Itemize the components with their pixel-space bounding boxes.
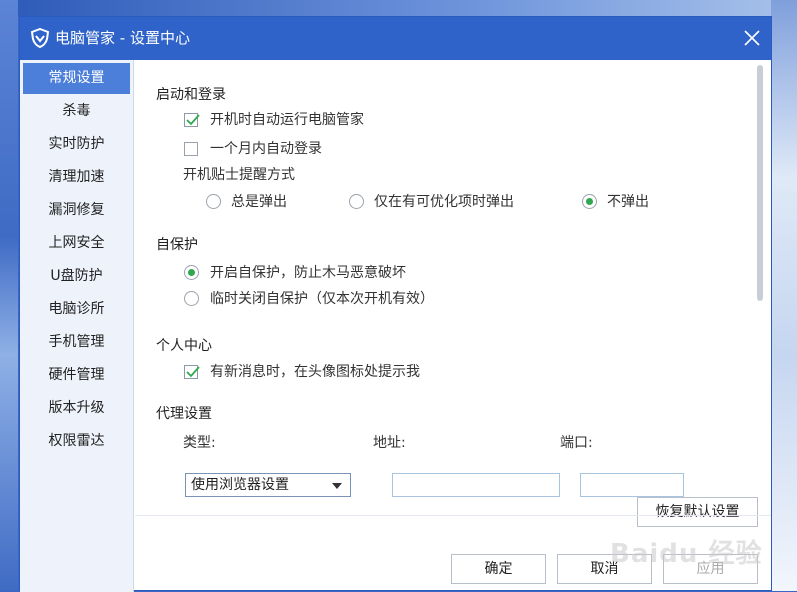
autorun-label: 开机时自动运行电脑管家 (210, 112, 364, 128)
section-title-selfprotect: 自保护 (156, 237, 198, 253)
sidebar-item-phone[interactable]: 手机管理 (20, 327, 133, 358)
autologin-checkbox[interactable] (184, 142, 198, 156)
section-title-personal: 个人中心 (156, 338, 212, 354)
selfprotect-on-label: 开启自保护，防止木马恶意破坏 (210, 265, 406, 281)
sidebar-item-realtime[interactable]: 实时防护 (20, 129, 133, 160)
desktop-background (0, 0, 797, 16)
sidebar-item-general[interactable]: 常规设置 (23, 63, 130, 94)
title-bar[interactable]: 电脑管家 - 设置中心 (20, 17, 771, 60)
footer-divider (135, 515, 771, 516)
shield-logo-icon (30, 27, 50, 49)
proxy-type-label: 类型: (183, 435, 216, 451)
proxy-port-input[interactable] (580, 473, 684, 497)
restore-default-button[interactable]: 恢复默认设置 (637, 497, 758, 527)
sidebar-item-websafe[interactable]: 上网安全 (20, 228, 133, 259)
selfprotect-off-radio[interactable] (184, 291, 199, 306)
sidebar-item-upgrade[interactable]: 版本升级 (20, 393, 133, 424)
chevron-down-icon (332, 483, 342, 489)
proxy-address-label: 地址: (373, 435, 406, 451)
selfprotect-off-label: 临时关闭自保护（仅本次开机有效） (210, 291, 434, 307)
tips-always-radio[interactable] (206, 194, 221, 209)
section-title-startup: 启动和登录 (156, 87, 226, 103)
autorun-checkbox[interactable] (184, 113, 200, 127)
settings-content: 启动和登录 开机时自动运行电脑管家 一个月内自动登录 开机贴士提醒方式 总是弹出… (135, 60, 771, 515)
tips-never-radio[interactable] (582, 194, 597, 209)
sidebar-item-permission[interactable]: 权限雷达 (20, 426, 133, 457)
tips-title: 开机贴士提醒方式 (183, 167, 295, 183)
tips-never-label: 不弹出 (607, 194, 649, 210)
section-title-proxy: 代理设置 (156, 406, 212, 422)
sidebar-item-clinic[interactable]: 电脑诊所 (20, 294, 133, 325)
notify-label: 有新消息时，在头像图标处提示我 (210, 364, 420, 380)
notify-checkbox[interactable] (184, 365, 200, 379)
proxy-port-label: 端口: (560, 435, 593, 451)
scrollbar-thumb[interactable] (757, 65, 763, 301)
sidebar: 常规设置 杀毒 实时防护 清理加速 漏洞修复 上网安全 U盘防护 电脑诊所 手机… (20, 60, 134, 592)
settings-window: 电脑管家 - 设置中心 常规设置 杀毒 实时防护 清理加速 漏洞修复 上网安全 … (19, 16, 772, 592)
scrollbar[interactable] (754, 65, 766, 501)
selfprotect-on-radio[interactable] (184, 265, 199, 280)
sidebar-item-hardware[interactable]: 硬件管理 (20, 360, 133, 391)
proxy-type-select[interactable]: 使用浏览器设置 (185, 473, 351, 497)
window-title: 电脑管家 - 设置中心 (55, 29, 190, 47)
baidu-watermark: Baidu 经验 (610, 539, 763, 569)
sidebar-item-antivirus[interactable]: 杀毒 (20, 96, 133, 127)
tips-always-label: 总是弹出 (231, 194, 287, 210)
sidebar-item-patch[interactable]: 漏洞修复 (20, 195, 133, 226)
tips-optimize-radio[interactable] (349, 194, 364, 209)
proxy-address-input[interactable] (392, 473, 560, 497)
close-icon[interactable] (739, 25, 765, 51)
sidebar-item-cleanup[interactable]: 清理加速 (20, 162, 133, 193)
ok-button[interactable]: 确定 (451, 554, 546, 584)
desktop-background-left (0, 0, 18, 591)
autologin-label: 一个月内自动登录 (210, 141, 322, 157)
desktop-background-right (771, 0, 797, 591)
sidebar-item-usb[interactable]: U盘防护 (20, 261, 133, 292)
tips-optimize-label: 仅在有可优化项时弹出 (374, 194, 514, 210)
proxy-type-value: 使用浏览器设置 (191, 477, 289, 493)
